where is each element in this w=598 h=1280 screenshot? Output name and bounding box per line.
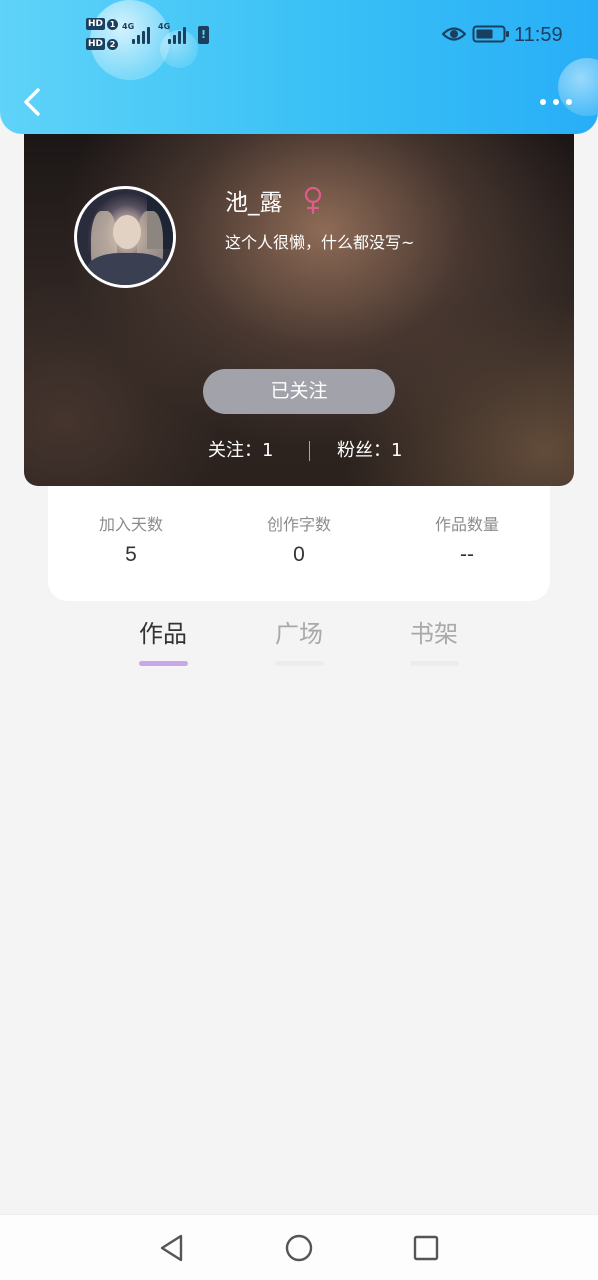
status-bar: HD 1 HD 2 4G 4G ! 11:59 [0, 0, 598, 70]
network-type-1: 4G [122, 22, 135, 31]
followers-label: 粉丝： [337, 440, 391, 461]
tab-label: 作品 [139, 620, 187, 648]
stat-value: 5 [125, 543, 137, 566]
battery-alert-icon: ! [198, 26, 209, 44]
following-label: 关注： [208, 440, 262, 461]
followers-count: 1 [391, 440, 403, 461]
tab-indicator [274, 661, 324, 666]
follow-button[interactable]: 已关注 [203, 369, 395, 414]
more-dots-icon[interactable] [538, 92, 574, 112]
signal-icon: 4G [122, 22, 154, 44]
follow-stats: 关注：1 粉丝：1 [24, 436, 574, 466]
tab-bookshelf[interactable]: 书架 [384, 616, 484, 666]
user-name: 池_露 [225, 190, 283, 216]
chevron-left-icon[interactable] [18, 86, 48, 118]
system-nav-bar [0, 1214, 598, 1280]
stat-label: 加入天数 [98, 515, 163, 534]
stat-label: 作品数量 [434, 515, 499, 534]
avatar[interactable] [74, 186, 176, 288]
stat-join-days: 加入天数 5 [51, 514, 211, 568]
battery-icon [472, 25, 509, 43]
eye-icon [442, 27, 466, 41]
tab-label: 书架 [410, 620, 458, 648]
stat-value: -- [460, 543, 474, 566]
tab-square[interactable]: 广场 [249, 616, 349, 666]
stats-card: 加入天数 5 创作字数 0 作品数量 -- [48, 470, 550, 601]
recent-square-icon[interactable] [410, 1232, 442, 1264]
back-triangle-icon[interactable] [156, 1232, 188, 1264]
sim1-hd-badge: HD [86, 18, 106, 30]
stat-works-count: 作品数量 -- [387, 514, 547, 568]
tab-indicator [138, 661, 188, 666]
tab-works[interactable]: 作品 [113, 616, 213, 666]
tab-label: 广场 [275, 620, 323, 648]
sim2-slot: 2 [107, 38, 118, 50]
home-circle-icon[interactable] [283, 1232, 315, 1264]
tab-indicator [409, 661, 459, 666]
stat-divider [309, 441, 310, 461]
female-gender-icon [304, 186, 322, 214]
network-type-2: 4G [158, 22, 171, 31]
user-bio: 这个人很懒，什么都没写~ [225, 233, 415, 252]
following-count: 1 [262, 440, 274, 461]
sim2-hd-badge: HD [86, 38, 106, 50]
following-stat[interactable]: 关注：1 [208, 436, 273, 466]
signal-icon: 4G [158, 22, 190, 44]
sim1-slot: 1 [107, 18, 118, 30]
followers-stat[interactable]: 粉丝：1 [337, 436, 402, 466]
stat-word-count: 创作字数 0 [219, 514, 379, 568]
status-time: 11:59 [514, 24, 563, 46]
stat-value: 0 [293, 543, 305, 566]
profile-banner: 池_露 这个人很懒，什么都没写~ 已关注 关注：1 粉丝：1 [24, 120, 574, 486]
stat-label: 创作字数 [266, 515, 331, 534]
content-tabs: 作品 广场 书架 [0, 616, 598, 676]
top-header: HD 1 HD 2 4G 4G ! 11:59 [0, 0, 598, 134]
sim-indicator: HD 1 HD 2 [86, 16, 118, 54]
